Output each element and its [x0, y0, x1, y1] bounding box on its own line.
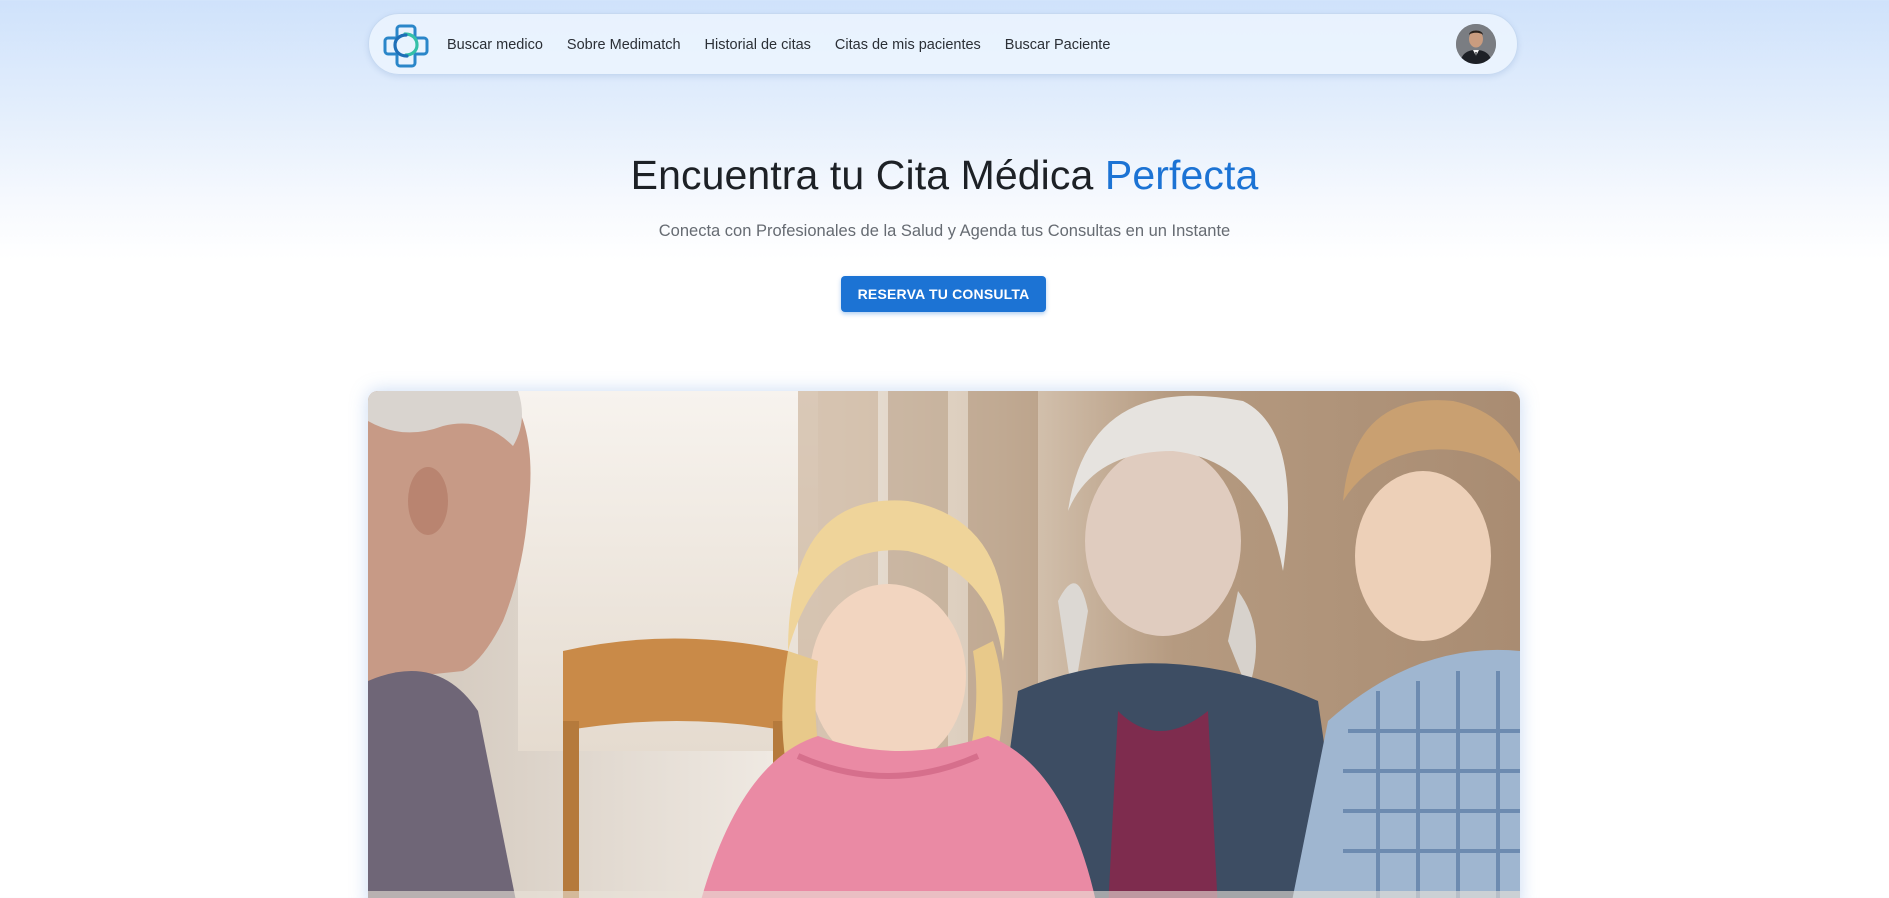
nav-link-buscar-medico[interactable]: Buscar medico: [447, 37, 543, 53]
hero-title-main: Encuentra tu Cita Médica: [630, 152, 1105, 198]
hero-title: Encuentra tu Cita Médica Perfecta: [0, 152, 1889, 199]
nav-link-buscar-paciente[interactable]: Buscar Paciente: [1005, 37, 1111, 53]
nav-link-citas-de-mis-pacientes[interactable]: Citas de mis pacientes: [835, 37, 981, 53]
hero-subtitle: Conecta con Profesionales de la Salud y …: [658, 222, 1231, 240]
family-photo: [368, 391, 1520, 898]
user-avatar[interactable]: [1456, 24, 1496, 64]
medical-cross-logo-icon[interactable]: [383, 22, 429, 68]
nav-link-historial-de-citas[interactable]: Historial de citas: [705, 37, 811, 53]
moon-icon[interactable]: [1427, 36, 1445, 54]
reserve-consultation-button[interactable]: RESERVA TU CONSULTA: [841, 276, 1046, 312]
nav-link-sobre-medimatch[interactable]: Sobre Medimatch: [567, 37, 681, 53]
hero-title-accent: Perfecta: [1104, 152, 1259, 198]
navbar: Buscar medico Sobre Medimatch Historial …: [368, 13, 1518, 75]
nav-links: Buscar medico Sobre Medimatch Historial …: [447, 14, 1134, 76]
